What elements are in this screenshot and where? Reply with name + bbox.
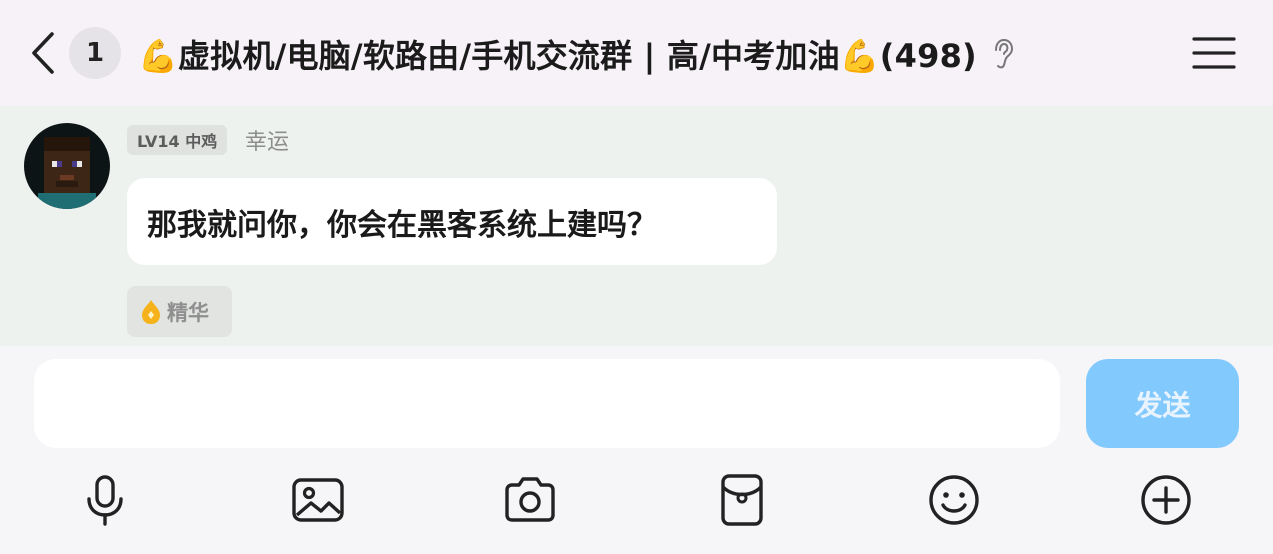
emoji-icon (929, 475, 979, 525)
message-bubble[interactable]: 那我就问你，你会在黑客系统上建吗？ (127, 178, 777, 265)
microphone-icon (87, 475, 123, 526)
ear-icon (994, 38, 1013, 69)
avatar-image (24, 123, 110, 209)
essence-tag[interactable]: 精华 (127, 286, 232, 337)
image-icon (292, 478, 344, 522)
message-list: LV14 中鸡 幸运 那我就问你，你会在黑客系统上建吗？ 精华 (0, 106, 1273, 346)
send-button[interactable]: 发送 (1086, 359, 1239, 448)
message-input[interactable] (34, 359, 1060, 448)
red-packet-icon (721, 474, 763, 526)
camera-button[interactable] (502, 472, 558, 528)
unread-count-badge[interactable]: 1 (69, 27, 121, 79)
sender-name[interactable]: 幸运 (245, 125, 289, 155)
group-title-container[interactable]: 💪虚拟机/电脑/软路由/手机交流群 | 高/中考加油💪(498) (138, 30, 1015, 78)
image-button[interactable] (290, 472, 346, 528)
back-arrow-icon[interactable] (26, 30, 60, 76)
message-text: 那我就问你，你会在黑客系统上建吗？ (147, 207, 657, 243)
flame-icon (142, 299, 160, 324)
emoji-button[interactable] (926, 472, 982, 528)
level-badge: LV14 中鸡 (127, 125, 228, 155)
chat-header: 1 💪虚拟机/电脑/软路由/手机交流群 | 高/中考加油💪(498) (0, 0, 1273, 106)
more-button[interactable] (1138, 472, 1194, 528)
avatar[interactable] (24, 123, 110, 209)
essence-label: 精华 (167, 300, 209, 325)
menu-icon[interactable] (1192, 36, 1236, 70)
camera-icon (505, 477, 555, 522)
group-title[interactable]: 💪虚拟机/电脑/软路由/手机交流群 | 高/中考加油💪(498) (138, 31, 977, 77)
voice-button[interactable] (77, 472, 133, 528)
plus-icon (1141, 475, 1191, 525)
red-packet-button[interactable] (714, 472, 770, 528)
